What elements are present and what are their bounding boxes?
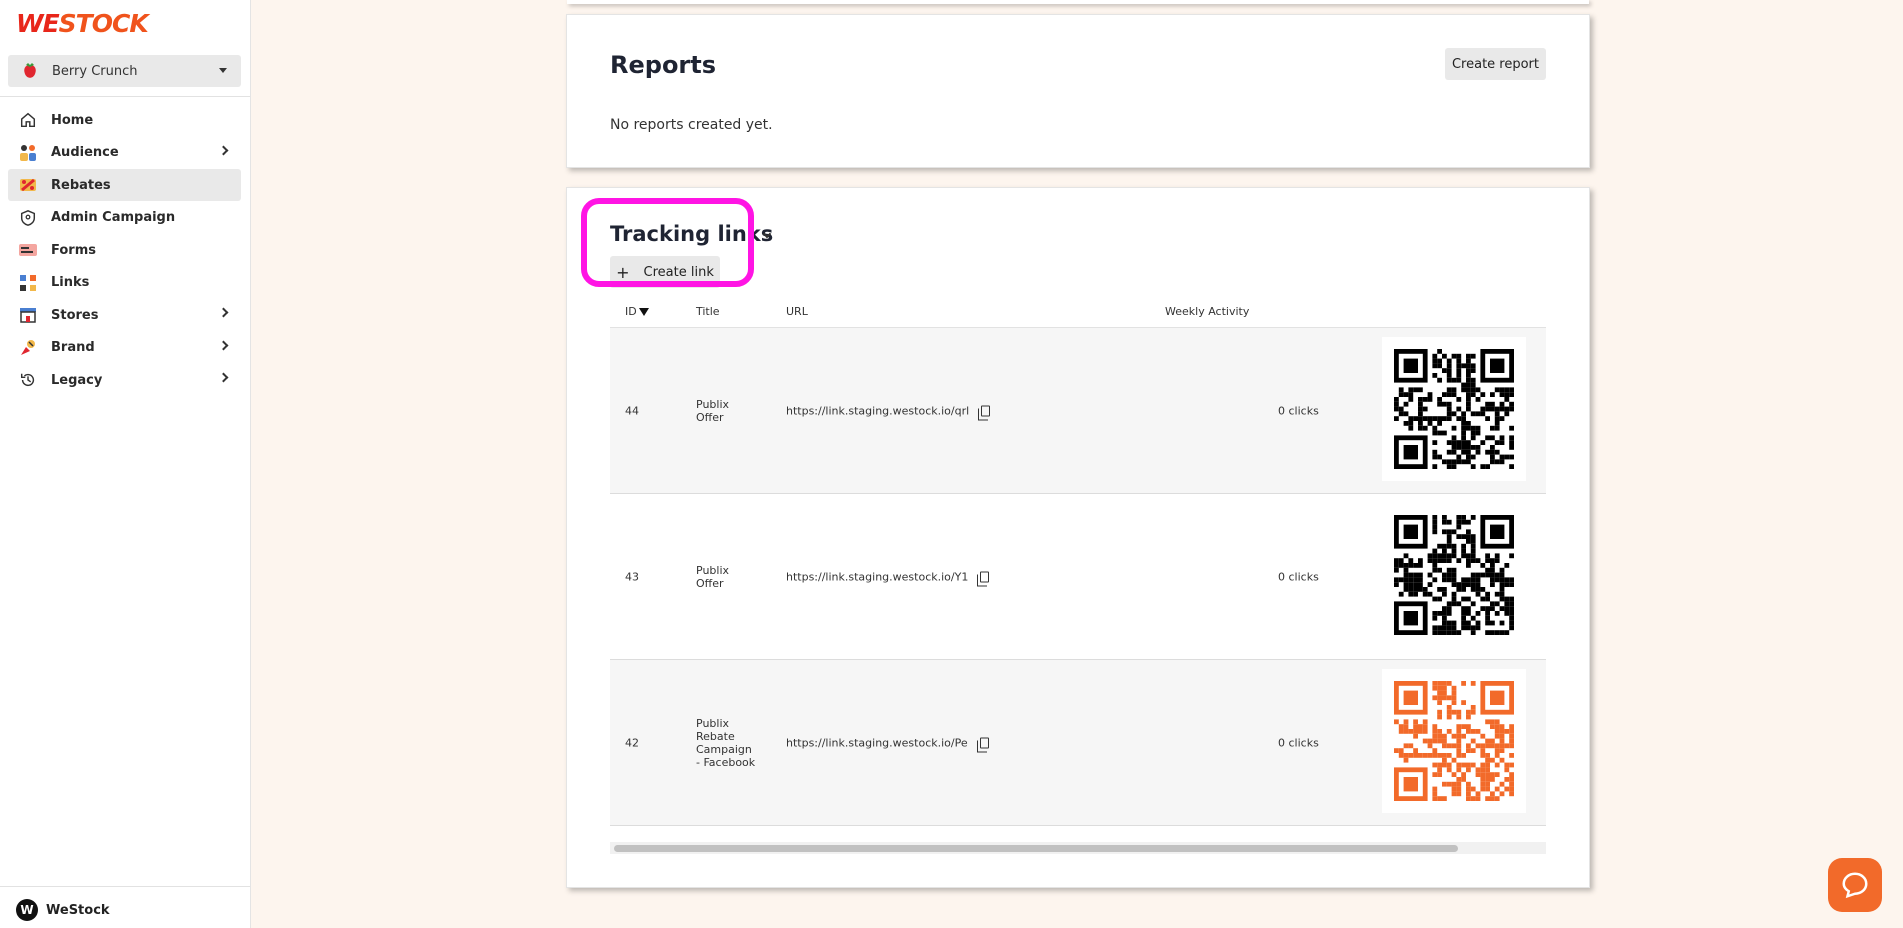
table-row[interactable]: 43 Publix Offer https://link.staging.wes…	[610, 494, 1546, 660]
chevron-right-icon	[218, 307, 229, 318]
home-icon	[18, 110, 38, 130]
qr-code[interactable]	[1382, 669, 1526, 813]
reports-empty-message: No reports created yet.	[610, 117, 773, 133]
chat-bubble-icon	[1842, 872, 1868, 899]
sidebar-item-label: Rebates	[51, 177, 111, 193]
sidebar-item-brand[interactable]: Brand	[8, 332, 241, 364]
strawberry-icon	[20, 61, 40, 81]
copy-icon[interactable]	[978, 405, 991, 420]
row-title: Publix Offer	[696, 397, 730, 424]
divider	[0, 96, 250, 97]
brand-name: Berry Crunch	[52, 63, 138, 79]
rebates-icon	[18, 175, 38, 195]
sidebar-nav: Home Audience Rebates Admin Campaign For…	[8, 104, 241, 397]
links-icon	[18, 273, 38, 293]
sidebar-item-label: Home	[51, 112, 94, 128]
sidebar-item-label: Links	[51, 275, 90, 290]
tracking-links-table: ID Title URL Weekly Activity 44 Publix O…	[610, 286, 1546, 826]
caret-down-icon	[219, 68, 227, 73]
chevron-right-icon	[218, 145, 229, 155]
column-header-title: Title	[696, 305, 720, 318]
create-report-button[interactable]: Create report	[1445, 48, 1546, 80]
column-header-id[interactable]: ID	[625, 305, 649, 318]
forms-icon	[18, 240, 38, 260]
row-url[interactable]: https://link.staging.westock.io/qrl	[786, 404, 969, 417]
row-url[interactable]: https://link.staging.westock.io/Y1	[786, 570, 968, 583]
sidebar-item-forms[interactable]: Forms	[8, 234, 241, 266]
history-icon	[18, 370, 38, 390]
sidebar-item-label: Audience	[51, 145, 119, 160]
sort-desc-icon	[638, 308, 649, 316]
tracking-links-card: Tracking links + Create link ID Title UR…	[566, 187, 1590, 888]
chat-support-button[interactable]	[1828, 858, 1882, 912]
brand-icon	[18, 338, 38, 358]
sidebar-item-stores[interactable]: Stores	[8, 299, 241, 331]
sidebar-item-label: Stores	[51, 307, 99, 323]
table-row[interactable]: 44 Publix Offer https://link.staging.wes…	[610, 328, 1546, 494]
sidebar-item-links[interactable]: Links	[8, 267, 241, 299]
row-clicks: 0 clicks	[1278, 736, 1319, 749]
column-header-weekly-activity: Weekly Activity	[1165, 305, 1250, 318]
sidebar-item-home[interactable]: Home	[8, 104, 241, 136]
brand-selector[interactable]: Berry Crunch	[8, 55, 241, 87]
table-row[interactable]: 42 Publix Rebate Campaign - Facebook htt…	[610, 660, 1546, 826]
sidebar-item-label: Admin Campaign	[51, 210, 176, 225]
row-url[interactable]: https://link.staging.westock.io/Pe	[786, 736, 968, 749]
audience-icon	[18, 143, 38, 163]
reports-card: Reports Create report No reports created…	[566, 14, 1590, 168]
org-avatar: W	[16, 899, 38, 921]
row-clicks: 0 clicks	[1278, 570, 1319, 583]
sidebar-item-legacy[interactable]: Legacy	[8, 364, 241, 396]
row-url-cell: https://link.staging.westock.io/Pe	[786, 736, 989, 752]
row-id: 42	[625, 736, 639, 749]
store-icon	[18, 305, 38, 325]
chevron-right-icon	[218, 372, 229, 383]
qr-code[interactable]	[1382, 337, 1526, 481]
row-title: Publix Rebate Campaign - Facebook	[696, 716, 756, 769]
row-url-cell: https://link.staging.westock.io/Y1	[786, 570, 990, 586]
chevron-right-icon	[218, 340, 229, 350]
previous-card-edge	[567, 0, 1589, 4]
sidebar-item-label: Forms	[51, 242, 96, 258]
table-header: ID Title URL Weekly Activity	[610, 286, 1546, 328]
qr-code[interactable]	[1382, 503, 1526, 647]
row-clicks: 0 clicks	[1278, 404, 1319, 417]
row-url-cell: https://link.staging.westock.io/qrl	[786, 404, 991, 420]
row-id: 44	[625, 404, 639, 417]
column-header-url: URL	[786, 305, 808, 318]
sidebar-item-audience[interactable]: Audience	[8, 137, 241, 169]
divider	[0, 886, 250, 887]
row-id: 43	[625, 570, 639, 583]
westock-logo[interactable]: WESTOCK	[16, 9, 149, 38]
scrollbar-thumb[interactable]	[614, 845, 1458, 852]
sidebar-item-admin-campaign[interactable]: Admin Campaign	[8, 202, 241, 234]
highlight-annotation	[581, 198, 754, 287]
copy-icon[interactable]	[976, 737, 989, 752]
sidebar-item-rebates[interactable]: Rebates	[8, 169, 241, 201]
sidebar-item-label: Brand	[51, 340, 95, 355]
row-title: Publix Offer	[696, 563, 730, 590]
reports-title: Reports	[610, 51, 717, 79]
org-switcher[interactable]: W WeStock	[16, 899, 110, 921]
horizontal-scrollbar[interactable]	[610, 842, 1546, 854]
sidebar-item-label: Legacy	[51, 372, 103, 388]
org-name: WeStock	[46, 902, 110, 918]
shield-icon	[18, 208, 38, 228]
sidebar: WESTOCK Berry Crunch Home Audience Rebat…	[0, 0, 251, 928]
copy-icon[interactable]	[977, 571, 990, 586]
